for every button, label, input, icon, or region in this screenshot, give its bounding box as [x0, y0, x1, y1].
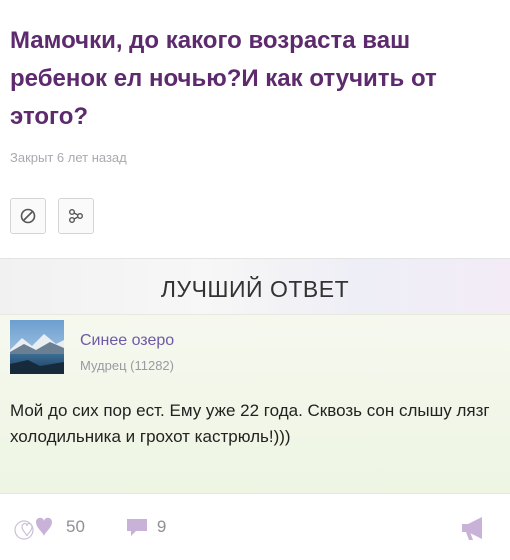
best-answer-header: ЛУЧШИЙ ОТВЕТ [0, 258, 510, 315]
author-name[interactable]: Синее озеро [80, 332, 174, 350]
answer-text: Мой до сих пор ест. Ему уже 22 года. Скв… [10, 401, 490, 446]
author-rank: Мудрец (11282) [80, 358, 174, 373]
author-avatar[interactable] [10, 320, 64, 374]
footer-bar: 50 9 [14, 512, 166, 542]
question-status: Закрыт 6 лет назад [10, 150, 127, 165]
lake-avatar [10, 320, 64, 374]
like-count: 50 [66, 517, 85, 536]
like-button[interactable]: 50 [14, 512, 85, 542]
share-icon [69, 209, 83, 223]
comments-button[interactable]: 9 [125, 515, 166, 539]
question-title: Мамочки, до какого возраста ваш ребенок … [10, 27, 437, 130]
best-answer-title: ЛУЧШИЙ ОТВЕТ [160, 275, 350, 302]
comment-count: 9 [156, 517, 167, 536]
block-button[interactable] [10, 198, 46, 234]
megaphone-button[interactable] [458, 515, 488, 541]
block-icon [20, 208, 36, 224]
share-button[interactable] [58, 198, 94, 234]
megaphone-icon [462, 517, 482, 540]
heart-icon [14, 517, 52, 540]
comment-icon [126, 519, 147, 536]
